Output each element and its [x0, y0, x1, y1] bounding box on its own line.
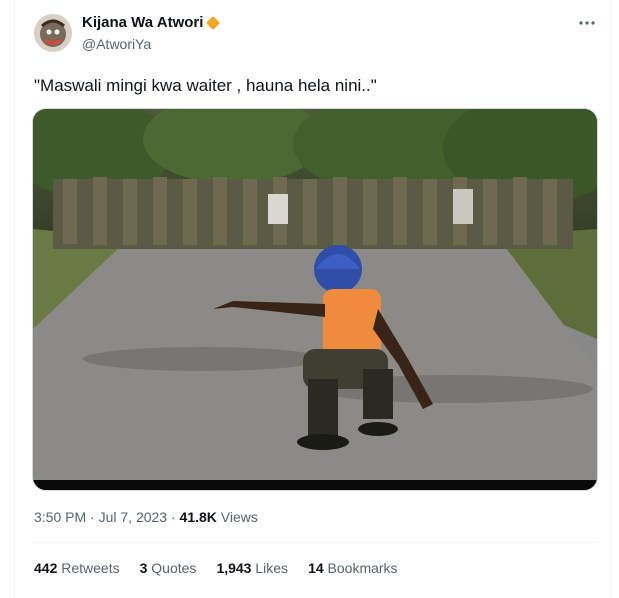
- verified-badge-icon: [206, 15, 221, 30]
- likes-count: 1,943: [216, 560, 252, 576]
- quotes-label: Quotes: [151, 560, 197, 576]
- bookmarks-count: 14: [308, 560, 324, 576]
- engagement-stats: 442 Retweets 3 Quotes 1,943 Likes 14 Boo…: [34, 560, 398, 576]
- retweets-count: 442: [34, 560, 58, 576]
- tweet-text: "Maswali mingi kwa waiter , hauna hela n…: [34, 76, 377, 95]
- retweets-label: Retweets: [61, 560, 120, 576]
- avatar[interactable]: [34, 14, 72, 52]
- views-count: 41.8K: [179, 509, 217, 525]
- bookmarks-label: Bookmarks: [327, 560, 398, 576]
- quotes-stat[interactable]: 3 Quotes: [140, 560, 197, 576]
- views-label: Views: [220, 509, 258, 525]
- tweet-photo[interactable]: [32, 108, 598, 491]
- tweet-date[interactable]: Jul 7, 2023: [99, 509, 168, 525]
- tweet-metadata: 3:50 PM · Jul 7, 2023 · 41.8K Views: [34, 509, 258, 525]
- meta-separator-2: ·: [170, 509, 176, 525]
- more-options-icon[interactable]: [578, 14, 596, 32]
- meta-separator: ·: [90, 509, 95, 525]
- likes-label: Likes: [255, 560, 289, 576]
- tweet-time[interactable]: 3:50 PM: [34, 509, 86, 525]
- author-name[interactable]: Kijana Wa Atwori: [82, 14, 221, 31]
- bookmarks-stat[interactable]: 14 Bookmarks: [308, 560, 398, 576]
- author-name-text[interactable]: Kijana Wa Atwori: [82, 14, 203, 31]
- quotes-count: 3: [139, 560, 148, 576]
- retweets-stat[interactable]: 442 Retweets: [34, 560, 120, 576]
- likes-stat[interactable]: 1,943 Likes: [216, 560, 288, 576]
- author-handle[interactable]: @AtworiYa: [82, 36, 151, 52]
- tweet-card: Kijana Wa Atwori @AtworiYa "Maswali ming…: [14, 0, 611, 598]
- divider: [32, 542, 596, 543]
